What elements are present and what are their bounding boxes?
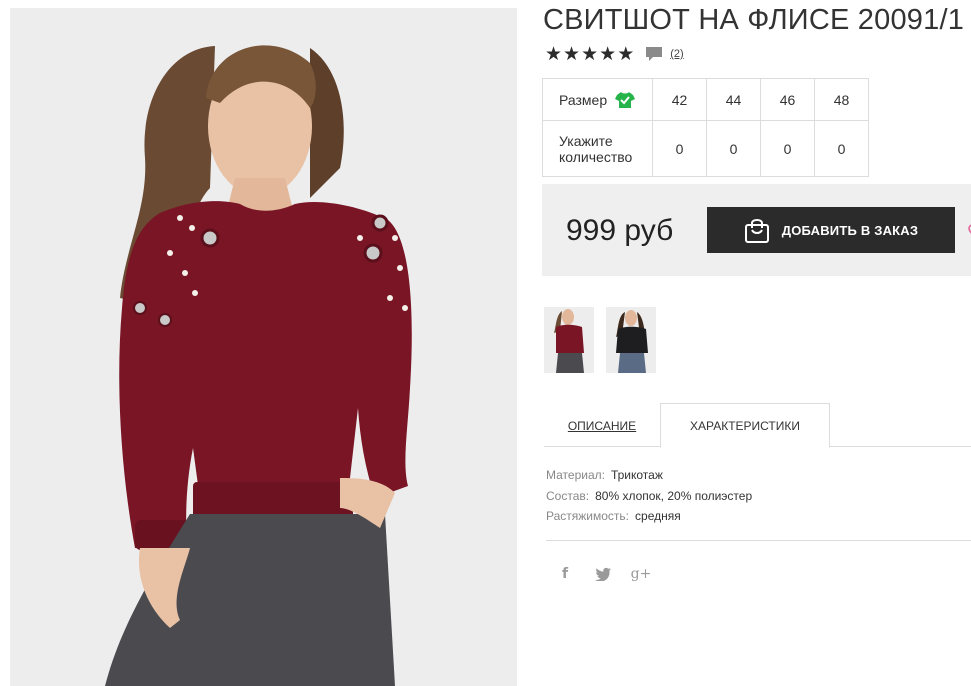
reviews-count-link[interactable]: (2): [670, 48, 683, 60]
model-photo: [10, 8, 517, 686]
spec-row: Состав: 80% хлопок, 20% полиэстер: [546, 486, 752, 507]
size-label: Размер: [559, 91, 608, 108]
spec-value: 80% хлопок, 20% полиэстер: [595, 488, 753, 503]
spec-key: Материал:: [546, 468, 605, 482]
thumbnail-black[interactable]: [606, 307, 656, 373]
spec-value: средняя: [635, 509, 681, 523]
spec-row: Растяжимость: средняя: [546, 506, 752, 527]
size-option[interactable]: 46: [760, 78, 815, 121]
heart-icon[interactable]: [967, 222, 971, 238]
size-option[interactable]: 44: [706, 78, 761, 121]
thumbnail-burgundy[interactable]: [544, 307, 594, 373]
spec-row: Материал: Трикотаж: [546, 465, 752, 486]
spec-value: Трикотаж: [610, 468, 663, 482]
info-tabs: ОПИСАНИЕ ХАРАКТЕРИСТИКИ: [544, 403, 971, 448]
quantity-input[interactable]: 0: [706, 120, 761, 177]
tab-description[interactable]: ОПИСАНИЕ: [544, 403, 660, 448]
product-page: СВИТШОТ НА ФЛИСЕ 20091/1 ★ ★ ★ ★ ★ (2) Р…: [0, 0, 971, 686]
rating: ★ ★ ★ ★ ★ (2): [545, 44, 684, 64]
add-to-order-button[interactable]: ДОБАВИТЬ В ЗАКАЗ: [707, 207, 955, 253]
size-option[interactable]: 42: [652, 78, 707, 121]
buy-box: 999 руб ДОБАВИТЬ В ЗАКАЗ: [542, 184, 971, 276]
twitter-icon[interactable]: [594, 565, 612, 583]
price: 999 руб: [566, 214, 674, 247]
star-icon[interactable]: ★: [581, 44, 598, 64]
quantity-input[interactable]: 0: [652, 120, 707, 177]
divider: [546, 540, 971, 541]
google-plus-label: g+: [630, 566, 652, 582]
specs-list: Материал: Трикотаж Состав: 80% хлопок, 20%…: [546, 465, 752, 527]
size-option[interactable]: 48: [814, 78, 869, 121]
spec-key: Растяжимость:: [546, 509, 630, 523]
quantity-input[interactable]: 0: [760, 120, 815, 177]
product-main-photo[interactable]: [10, 8, 517, 686]
shopping-bag-icon: [744, 216, 770, 244]
star-icon[interactable]: ★: [545, 44, 562, 64]
add-to-order-label: ДОБАВИТЬ В ЗАКАЗ: [781, 222, 919, 238]
facebook-label: f: [561, 566, 569, 582]
product-title: СВИТШОТ НА ФЛИСЕ 20091/1: [543, 4, 965, 36]
size-quantity-table: Размер 42 44 46 48 Укажите количество 0 …: [542, 78, 869, 177]
star-icon[interactable]: ★: [563, 44, 580, 64]
google-plus-icon[interactable]: g+: [630, 565, 652, 583]
spec-key: Состав:: [546, 488, 590, 503]
star-icon[interactable]: ★: [599, 44, 616, 64]
star-icon[interactable]: ★: [617, 44, 634, 64]
comment-icon[interactable]: [645, 45, 663, 63]
quantity-input[interactable]: 0: [814, 120, 869, 177]
quantity-label: Укажите количество: [542, 120, 653, 177]
shirt-check-icon[interactable]: [615, 91, 636, 109]
facebook-icon[interactable]: f: [558, 565, 572, 583]
size-label-cell: Размер: [542, 78, 653, 121]
tab-characteristics[interactable]: ХАРАКТЕРИСТИКИ: [660, 403, 830, 448]
